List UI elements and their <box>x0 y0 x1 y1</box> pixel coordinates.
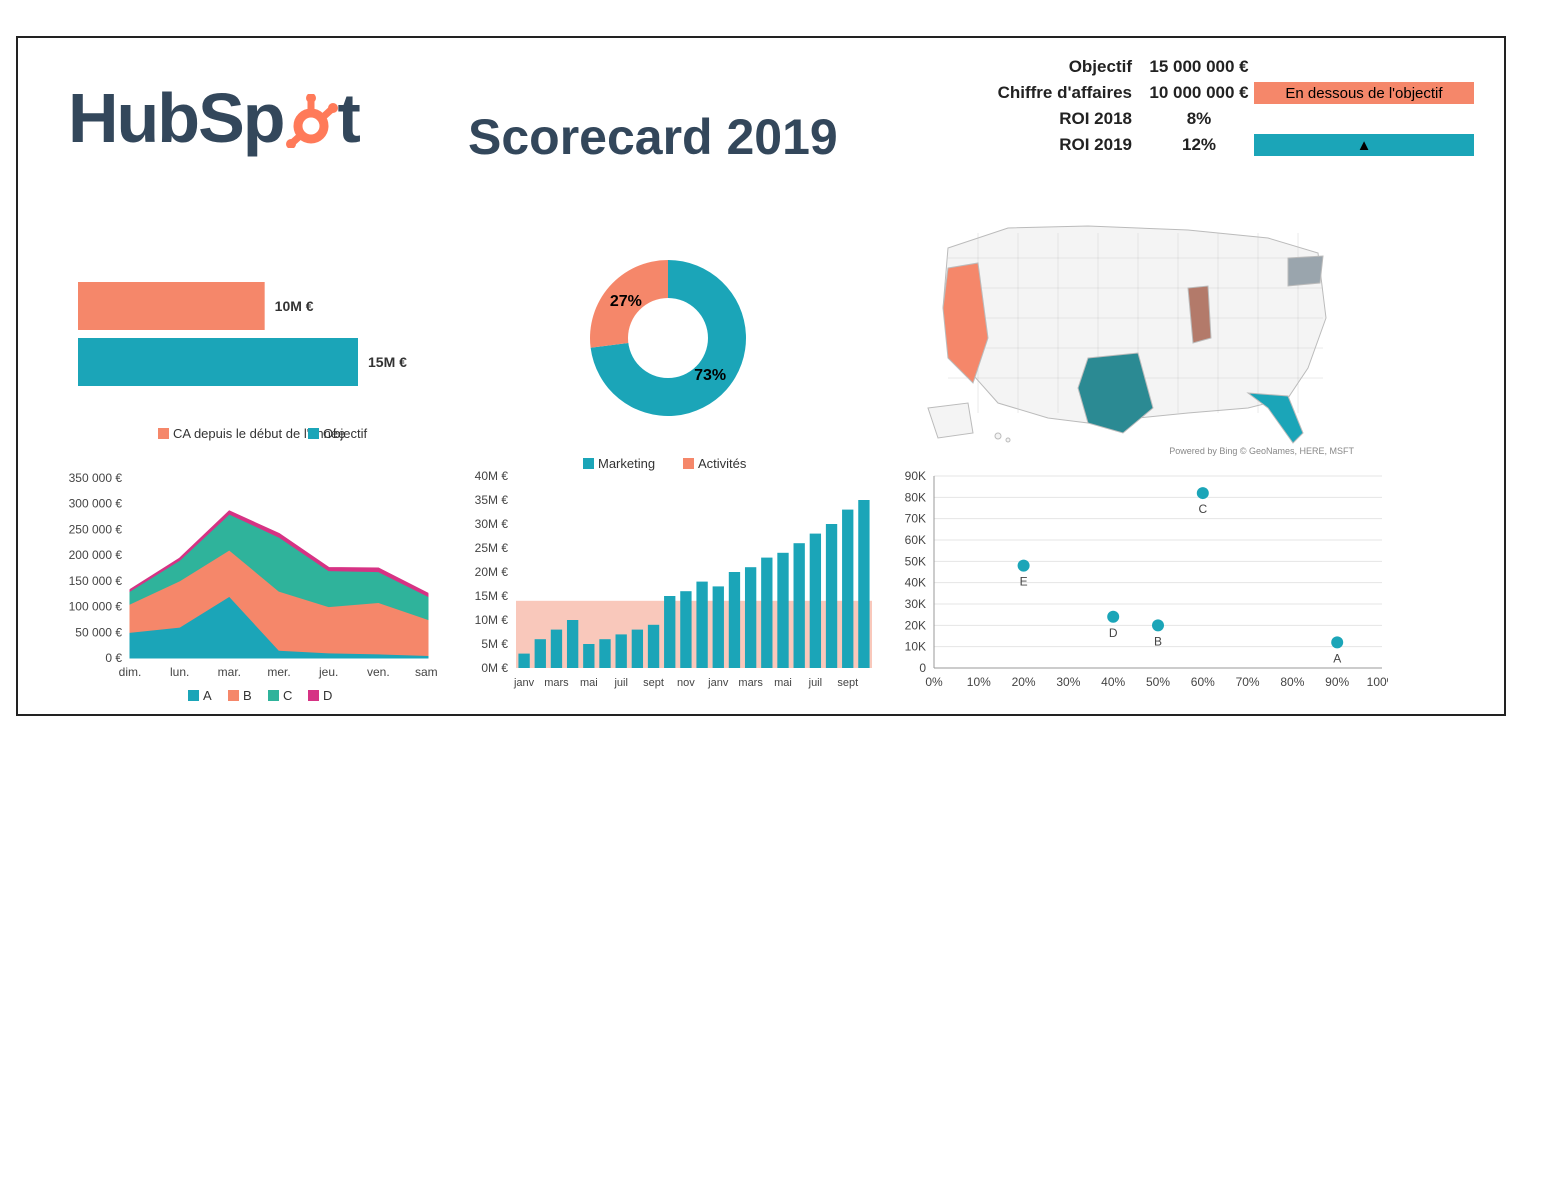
svg-text:50K: 50K <box>905 554 926 568</box>
status-badge-up: ▲ <box>1254 134 1474 156</box>
kpi-row: ROI 2019 12% ▲ <box>954 132 1474 158</box>
chart-donut: 73%27%MarketingActivités <box>538 228 818 488</box>
svg-text:janv: janv <box>513 677 535 689</box>
svg-text:60K: 60K <box>905 533 926 547</box>
svg-text:200 000 €: 200 000 € <box>69 548 123 562</box>
svg-text:30%: 30% <box>1056 675 1080 689</box>
chart-area-weekly: 0 € 50 000 € 100 000 € 150 000 € 200 000 € 25… <box>38 468 438 708</box>
kpi-label: ROI 2018 <box>954 109 1144 129</box>
svg-text:27%: 27% <box>610 293 642 310</box>
svg-text:15M €: 15M € <box>368 354 407 370</box>
svg-text:D: D <box>323 688 332 703</box>
svg-text:100%: 100% <box>1367 675 1388 689</box>
svg-text:100 000 €: 100 000 € <box>69 600 123 614</box>
svg-text:mer.: mer. <box>267 665 290 679</box>
svg-text:35M €: 35M € <box>475 493 509 507</box>
svg-text:C: C <box>283 688 292 703</box>
svg-text:70K: 70K <box>905 512 926 526</box>
svg-text:250 000 €: 250 000 € <box>69 522 123 536</box>
svg-text:90K: 90K <box>905 469 926 483</box>
svg-text:80%: 80% <box>1280 675 1304 689</box>
logo-text-a: HubSp <box>68 79 284 157</box>
svg-text:sept: sept <box>643 677 664 689</box>
svg-text:0 €: 0 € <box>105 651 122 665</box>
svg-text:300 000 €: 300 000 € <box>69 497 123 511</box>
kpi-label: Objectif <box>954 57 1144 77</box>
svg-text:5M €: 5M € <box>481 637 508 651</box>
chart-usmap: Powered by Bing © GeoNames, HERE, MSFT <box>888 208 1358 458</box>
svg-text:10%: 10% <box>967 675 991 689</box>
svg-text:lun.: lun. <box>170 665 189 679</box>
svg-text:mars: mars <box>738 677 763 689</box>
kpi-value: 12% <box>1144 135 1254 155</box>
svg-text:B: B <box>1154 634 1162 648</box>
svg-text:70%: 70% <box>1236 675 1260 689</box>
kpi-value: 15 000 000 € <box>1144 57 1254 77</box>
kpi-row: Objectif 15 000 000 € <box>954 54 1474 80</box>
svg-text:mai: mai <box>580 677 598 689</box>
kpi-label: ROI 2019 <box>954 135 1144 155</box>
svg-text:nov: nov <box>677 677 695 689</box>
svg-text:60%: 60% <box>1191 675 1215 689</box>
svg-text:20K: 20K <box>905 618 926 632</box>
svg-text:ven.: ven. <box>367 665 390 679</box>
hubspot-logo: HubSpt <box>68 78 359 158</box>
map-attribution: Powered by Bing © GeoNames, HERE, MSFT <box>1169 446 1354 456</box>
svg-text:73%: 73% <box>694 367 726 384</box>
svg-text:juil: juil <box>613 677 627 689</box>
chart-columns-monthly: 0M € 5M € 10M € 15M € 20M € 25M € 30M € 35M € 40… <box>458 468 878 708</box>
svg-text:sam.: sam. <box>415 665 438 679</box>
svg-text:janv: janv <box>707 677 729 689</box>
logo-text-b: t <box>338 79 359 157</box>
svg-text:0M €: 0M € <box>481 661 508 675</box>
svg-text:10K: 10K <box>905 640 926 654</box>
svg-text:jeu.: jeu. <box>318 665 338 679</box>
svg-text:90%: 90% <box>1325 675 1349 689</box>
chart-bar-target: 10M € 15M € CA depuis le début de l'annéeO… <box>58 268 418 468</box>
svg-text:50%: 50% <box>1146 675 1170 689</box>
svg-text:A: A <box>1333 651 1341 665</box>
svg-text:0: 0 <box>919 661 926 675</box>
svg-text:sept: sept <box>837 677 858 689</box>
svg-text:50 000 €: 50 000 € <box>75 625 122 639</box>
svg-text:40M €: 40M € <box>475 469 509 483</box>
svg-text:350 000 €: 350 000 € <box>69 471 123 485</box>
svg-text:Objectif: Objectif <box>323 426 367 441</box>
kpi-value: 10 000 000 € <box>1144 83 1254 103</box>
svg-text:B: B <box>243 688 252 703</box>
kpi-value: 8% <box>1144 109 1254 129</box>
svg-text:dim.: dim. <box>119 665 142 679</box>
svg-text:E: E <box>1020 575 1028 589</box>
svg-text:20%: 20% <box>1012 675 1036 689</box>
logo-sprocket-icon <box>284 79 338 157</box>
svg-text:40K: 40K <box>905 576 926 590</box>
svg-text:juil: juil <box>808 677 822 689</box>
svg-text:20M €: 20M € <box>475 565 509 579</box>
svg-text:10M €: 10M € <box>475 613 509 627</box>
svg-text:150 000 €: 150 000 € <box>69 574 123 588</box>
svg-text:CA depuis le début de l'année: CA depuis le début de l'année <box>173 426 345 441</box>
kpi-table: Objectif 15 000 000 € Chiffre d'affaires… <box>954 54 1474 158</box>
kpi-label: Chiffre d'affaires <box>954 83 1144 103</box>
status-badge-below-target: En dessous de l'objectif <box>1254 82 1474 104</box>
svg-text:mai: mai <box>774 677 792 689</box>
svg-text:C: C <box>1198 502 1207 516</box>
svg-text:0%: 0% <box>925 675 943 689</box>
svg-text:mar.: mar. <box>218 665 241 679</box>
svg-text:30K: 30K <box>905 597 926 611</box>
kpi-row: Chiffre d'affaires 10 000 000 € En desso… <box>954 80 1474 106</box>
kpi-row: ROI 2018 8% <box>954 106 1474 132</box>
svg-text:15M €: 15M € <box>475 589 509 603</box>
svg-text:40%: 40% <box>1101 675 1125 689</box>
svg-text:30M €: 30M € <box>475 517 509 531</box>
svg-text:80K: 80K <box>905 490 926 504</box>
svg-text:mars: mars <box>544 677 569 689</box>
svg-text:A: A <box>203 688 212 703</box>
svg-text:D: D <box>1109 626 1118 640</box>
page-title: Scorecard 2019 <box>468 108 838 166</box>
svg-text:10M €: 10M € <box>275 298 314 314</box>
chart-scatter: 0 10K 20K 30K 40K 50K 60K 70K 80K 90K 0% 10% 20% 30% 4… <box>888 468 1388 708</box>
svg-text:25M €: 25M € <box>475 541 509 555</box>
